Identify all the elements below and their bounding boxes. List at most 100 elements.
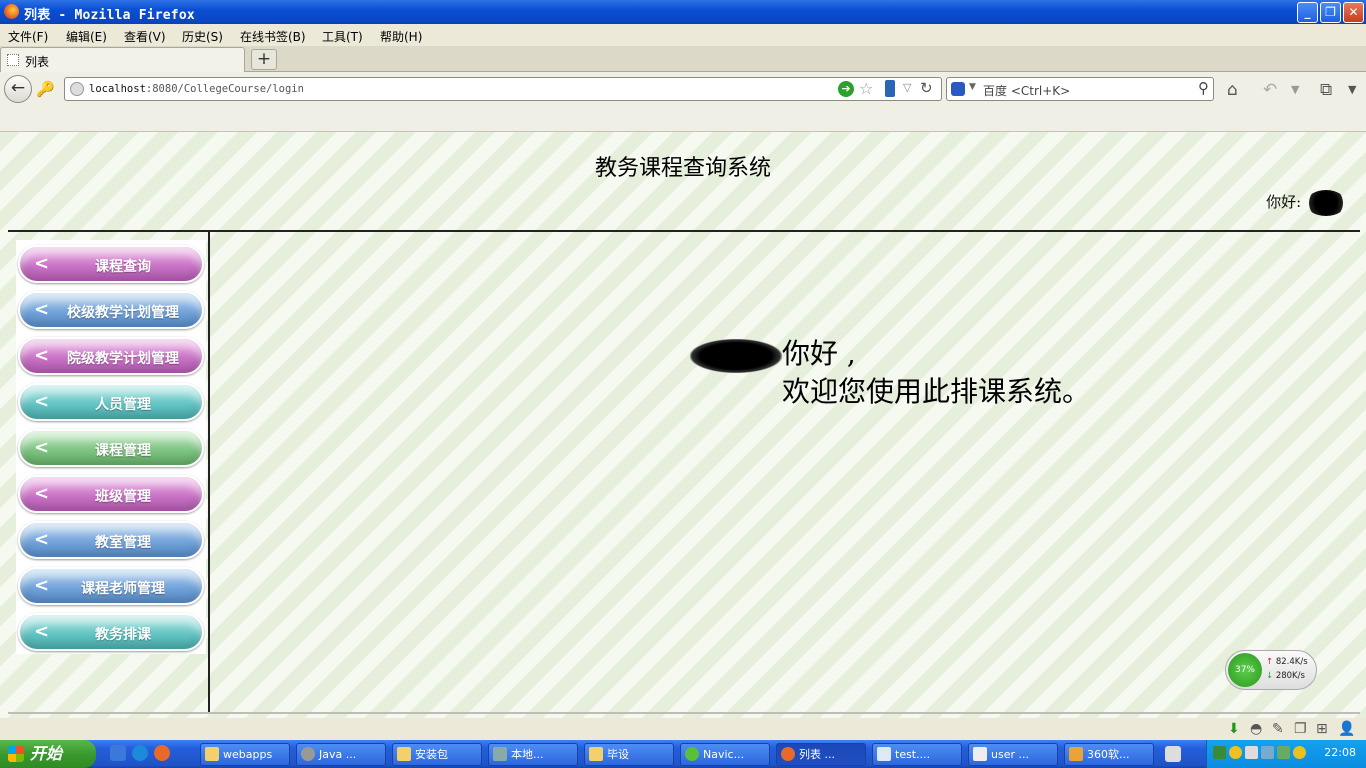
task-test[interactable]: test.... (872, 743, 962, 766)
add-window-icon[interactable]: ⊞ (1316, 721, 1328, 737)
task-webapps[interactable]: webapps (200, 743, 290, 766)
menu-bookmarks[interactable]: 在线书签(B) (240, 28, 306, 45)
footer-divider (8, 712, 1360, 714)
desktop-icon[interactable] (110, 745, 126, 761)
welcome-line: 欢迎您使用此排课系统。 (782, 375, 1091, 408)
firefox-quicklaunch-icon[interactable] (154, 745, 170, 761)
sidebar-divider (208, 232, 210, 714)
menu-history[interactable]: 历史(S) (182, 28, 223, 45)
task-local[interactable]: 本地... (488, 743, 578, 766)
security-icon[interactable] (1277, 746, 1290, 759)
nav-class-manage[interactable]: < 班级管理 (18, 475, 204, 513)
shield-icon[interactable] (1261, 746, 1274, 759)
network-meter-widget[interactable]: 37% ↑ 82.4K/s ↓ 280K/s (1225, 650, 1317, 690)
menu-edit[interactable]: 编辑(E) (66, 28, 107, 45)
undo-dropdown-icon[interactable]: ▼ (1291, 83, 1299, 96)
undo-icon[interactable]: ↶ (1263, 80, 1277, 100)
ie-icon[interactable] (132, 745, 148, 761)
redacted-name (690, 338, 782, 373)
engine-dropdown-icon[interactable]: ▼ (969, 82, 976, 92)
folder-icon (589, 747, 603, 761)
tray-app-icon[interactable] (1213, 746, 1226, 759)
close-button[interactable]: ✕ (1343, 2, 1364, 23)
start-button[interactable]: 开始 (0, 740, 96, 768)
folder-icon (205, 747, 219, 761)
tab-current[interactable]: 列表 (0, 47, 245, 72)
nav-course-manage[interactable]: < 课程管理 (18, 429, 204, 467)
keyboard-icon[interactable] (1165, 746, 1181, 762)
task-java[interactable]: Java ... (296, 743, 386, 766)
navicat-icon (685, 747, 699, 761)
search-icon[interactable]: ⚲ (1198, 79, 1209, 97)
menu-help[interactable]: 帮助(H) (380, 28, 422, 45)
nav-scheduling[interactable]: < 教务排课 (18, 613, 204, 651)
reload-icon[interactable]: ↻ (920, 79, 933, 97)
search-placeholder: 百度 <Ctrl+K> (983, 84, 1071, 98)
task-thesis[interactable]: 毕设 (584, 743, 674, 766)
firefox-icon (4, 4, 19, 19)
window-title: 列表 - Mozilla Firefox (24, 8, 195, 23)
task-user[interactable]: user ... (968, 743, 1058, 766)
go-arrow-icon[interactable]: ➔ (838, 81, 854, 97)
home-icon[interactable]: ⌂ (1227, 80, 1238, 100)
download-speed: ↓ 280K/s (1266, 671, 1305, 681)
brush-icon[interactable]: ✎ (1272, 721, 1284, 737)
crop-icon[interactable]: ⧉ (1320, 80, 1332, 100)
baidu-icon[interactable] (951, 82, 965, 96)
mask-icon[interactable]: ◓ (1250, 721, 1262, 737)
system-tray: 22:08 (1206, 740, 1366, 768)
windows-taskbar: 开始 webapps Java ... 安装包 本地... 毕设 Navic..… (0, 740, 1366, 768)
task-installers[interactable]: 安装包 (392, 743, 482, 766)
task-360[interactable]: 360软... (1064, 743, 1154, 766)
nav-classroom[interactable]: < 教室管理 (18, 521, 204, 559)
menu-dropdown-icon[interactable]: ▼ (1348, 83, 1356, 96)
menu-view[interactable]: 查看(V) (124, 28, 166, 45)
folder-icon (397, 747, 411, 761)
bookmark-star-icon[interactable]: ☆ (859, 79, 873, 98)
page-icon (7, 54, 19, 66)
tab-strip: 列表 + (0, 46, 1366, 72)
nav-staff[interactable]: < 人员管理 (18, 383, 204, 421)
qq-icon[interactable] (1229, 746, 1242, 759)
user-greeting: 你好: (1266, 190, 1346, 216)
new-tab-button[interactable]: + (251, 49, 277, 70)
navigation-toolbar: ← 🔑 localhost:8080/CollegeCourse/login ➔… (0, 72, 1366, 106)
url-bar[interactable]: localhost:8080/CollegeCourse/login ➔ ☆ ▽… (64, 77, 942, 101)
dropdown-arrow-icon[interactable]: ▽ (903, 81, 911, 94)
nav-school-plan[interactable]: < 校级教学计划管理 (18, 291, 204, 329)
search-bar[interactable]: ▼ 百度 <Ctrl+K> ⚲ (946, 77, 1214, 101)
user-icon[interactable]: 👤 (1338, 721, 1355, 737)
nav-course-teacher[interactable]: < 课程老师管理 (18, 567, 204, 605)
firefox-window: 列表 - Mozilla Firefox _ ❐ ✕ 文件(F) 编辑(E) 查… (0, 0, 1366, 768)
back-button[interactable]: ← (4, 75, 32, 103)
menu-tools[interactable]: 工具(T) (322, 28, 363, 45)
document-icon (877, 747, 891, 761)
task-firefox-list[interactable]: 列表 ... (776, 743, 866, 766)
key-icon[interactable]: 🔑 (36, 80, 55, 98)
app-360-icon (1069, 747, 1083, 761)
page-title: 教务课程查询系统 (594, 156, 771, 181)
sidebar-nav: < 课程查询 < 校级教学计划管理 < 院级教学计划管理 < 人员管理 < 课程… (16, 240, 206, 654)
globe-icon (70, 82, 84, 96)
mobile-icon[interactable] (885, 80, 895, 97)
menu-file[interactable]: 文件(F) (8, 28, 48, 45)
download-icon[interactable]: ⬇ (1228, 721, 1240, 737)
task-navicat[interactable]: Navic... (680, 743, 770, 766)
header-divider (8, 230, 1360, 232)
update-icon[interactable] (1293, 746, 1306, 759)
minimize-button[interactable]: _ (1297, 2, 1318, 23)
network-icon[interactable] (1245, 746, 1258, 759)
table-icon (973, 747, 987, 761)
nav-college-plan[interactable]: < 院级教学计划管理 (18, 337, 204, 375)
firefox-icon (781, 747, 795, 761)
restore-button[interactable]: ❐ (1320, 2, 1341, 23)
nav-course-query[interactable]: < 课程查询 (18, 245, 204, 283)
menu-bar: 文件(F) 编辑(E) 查看(V) 历史(S) 在线书签(B) 工具(T) 帮助… (0, 24, 1366, 46)
windows-flag-icon (8, 746, 24, 762)
redacted-username (1306, 190, 1346, 216)
window-icon[interactable]: ❐ (1294, 721, 1307, 737)
upload-speed: ↑ 82.4K/s (1266, 657, 1308, 667)
status-bar: ⬇ ◓ ✎ ❐ ⊞ 👤 (0, 718, 1366, 740)
gear-icon (301, 747, 315, 761)
title-bar: 列表 - Mozilla Firefox _ ❐ ✕ (0, 0, 1366, 24)
